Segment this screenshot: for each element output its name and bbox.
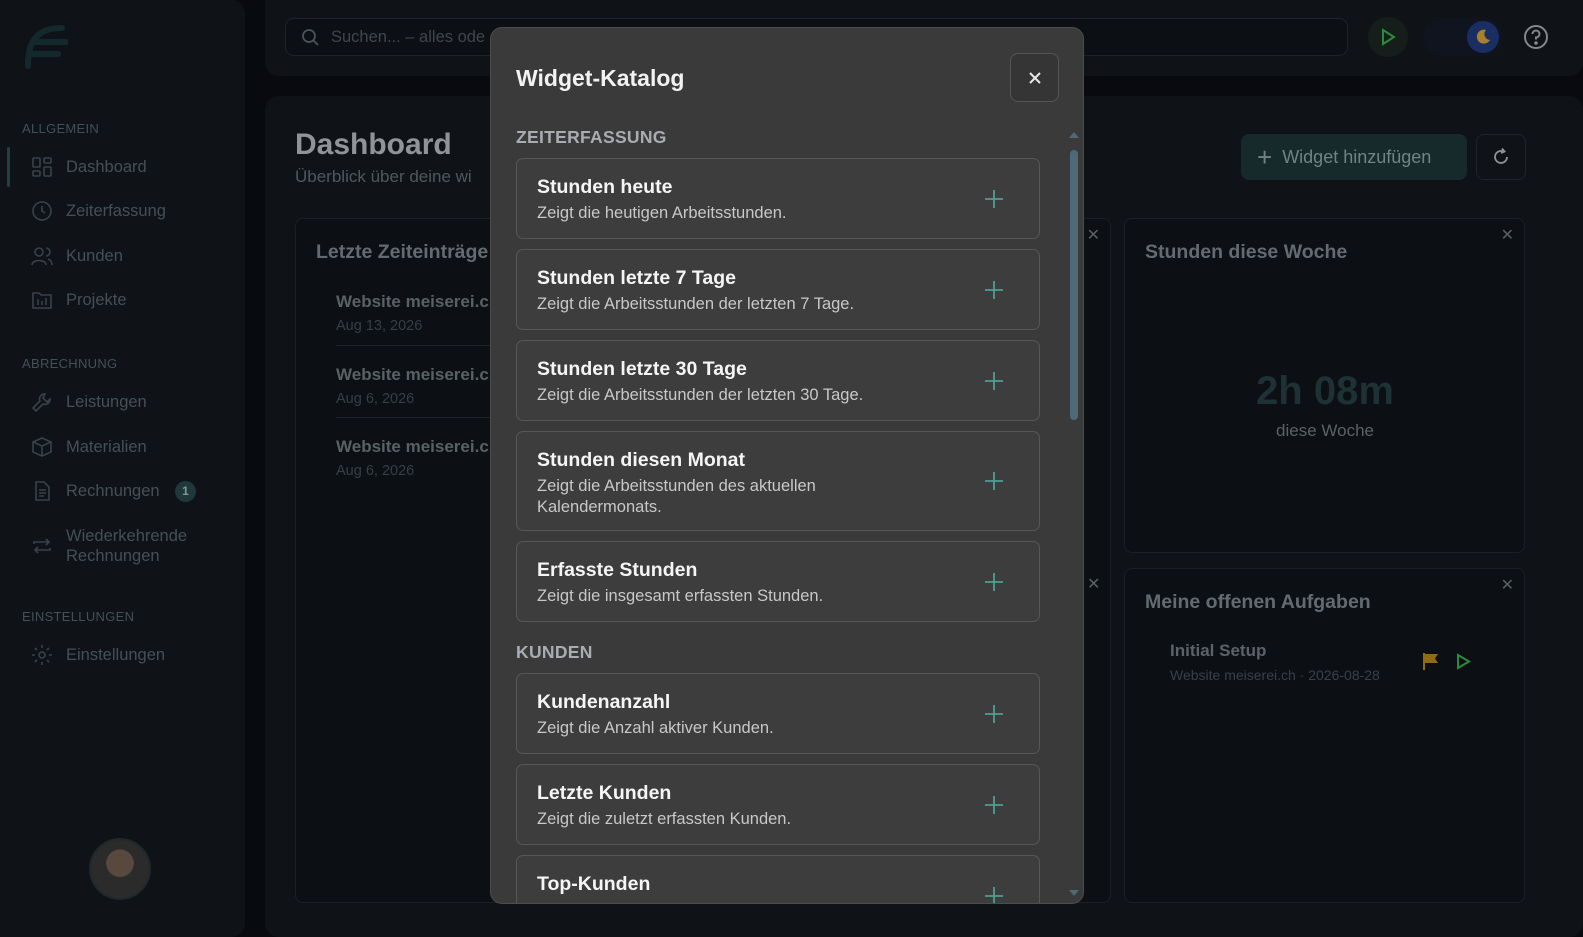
widget-item-letzte-kunden[interactable]: Letzte Kunden Zeigt die zuletzt erfasste… xyxy=(516,764,1040,845)
add-widget-plus-icon[interactable] xyxy=(983,279,1005,301)
widget-catalog-modal: Widget-Katalog ZEITERFASSUNG Stunden heu… xyxy=(490,27,1084,904)
scroll-down-arrow[interactable] xyxy=(1069,890,1079,896)
widget-description: Zeigt die heutigen Arbeitsstunden. xyxy=(537,204,787,222)
section-header-zeiterfassung: ZEITERFASSUNG xyxy=(516,127,667,147)
widget-item-stunden-30-tage[interactable]: Stunden letzte 30 Tage Zeigt die Arbeits… xyxy=(516,340,1040,421)
add-widget-plus-icon[interactable] xyxy=(983,470,1005,492)
add-widget-plus-icon[interactable] xyxy=(983,794,1005,816)
add-widget-plus-icon[interactable] xyxy=(983,571,1005,593)
widget-name: Kundenanzahl xyxy=(537,691,671,713)
widget-description: Zeigt die Arbeitsstunden der letzten 7 T… xyxy=(537,295,855,313)
widget-description: Zeigt die insgesamt erfassten Stunden. xyxy=(537,587,824,605)
scroll-up-arrow[interactable] xyxy=(1069,132,1079,138)
widget-name: Letzte Kunden xyxy=(537,782,672,804)
widget-description: Zeigt die Anzahl aktiver Kunden. xyxy=(537,719,774,737)
modal-close-button[interactable] xyxy=(1010,53,1059,102)
widget-item-stunden-7-tage[interactable]: Stunden letzte 7 Tage Zeigt die Arbeitss… xyxy=(516,249,1040,330)
widget-name: Top-Kunden xyxy=(537,873,651,895)
widget-name: Stunden heute xyxy=(537,176,673,198)
widget-item-top-kunden[interactable]: Top-Kunden xyxy=(516,855,1040,904)
widget-name: Stunden letzte 30 Tage xyxy=(537,358,747,380)
modal-scrollbar-thumb[interactable] xyxy=(1070,150,1078,420)
widget-name: Stunden diesen Monat xyxy=(537,449,746,471)
add-widget-plus-icon[interactable] xyxy=(983,370,1005,392)
add-widget-plus-icon[interactable] xyxy=(983,703,1005,725)
widget-item-kundenanzahl[interactable]: Kundenanzahl Zeigt die Anzahl aktiver Ku… xyxy=(516,673,1040,754)
widget-item-stunden-heute[interactable]: Stunden heute Zeigt die heutigen Arbeits… xyxy=(516,158,1040,239)
widget-description: Zeigt die Arbeitsstunden der letzten 30 … xyxy=(537,386,864,404)
section-header-kunden: KUNDEN xyxy=(516,642,593,662)
modal-title: Widget-Katalog xyxy=(516,65,685,91)
add-widget-plus-icon[interactable] xyxy=(983,188,1005,210)
widget-item-stunden-monat[interactable]: Stunden diesen Monat Zeigt die Arbeitsst… xyxy=(516,431,1040,531)
widget-name: Erfasste Stunden xyxy=(537,559,698,581)
widget-description: Zeigt die Arbeitsstunden des aktuellen K… xyxy=(537,477,816,516)
widget-description: Zeigt die zuletzt erfassten Kunden. xyxy=(537,810,792,828)
widget-item-erfasste-stunden[interactable]: Erfasste Stunden Zeigt die insgesamt erf… xyxy=(516,541,1040,622)
close-icon xyxy=(1028,71,1041,84)
widget-name: Stunden letzte 7 Tage xyxy=(537,267,736,289)
add-widget-plus-icon[interactable] xyxy=(983,885,1005,904)
